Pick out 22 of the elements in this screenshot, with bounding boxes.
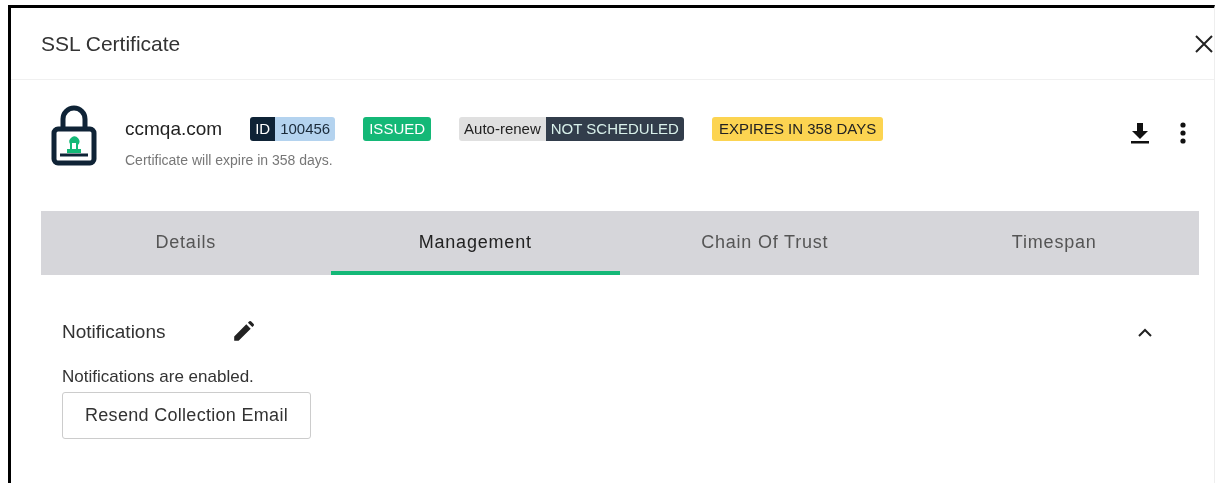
collapse-icon[interactable] [1138,327,1152,337]
lock-icon [51,105,97,167]
download-icon[interactable] [1130,122,1150,144]
notification-status: Notifications are enabled. [62,367,254,387]
expiry-badge: EXPIRES IN 358 DAYS [711,117,884,141]
more-options-icon[interactable] [1180,122,1186,144]
resend-email-button[interactable]: Resend Collection Email [62,392,311,439]
expiry-note: Certificate will expire in 358 days. [125,152,334,168]
tab[interactable]: Timespan [909,211,1199,275]
section-title: Notifications [62,321,166,343]
id-value: 100456 [275,117,336,141]
status-badge: ISSUED [363,117,432,141]
tab[interactable]: Chain Of Trust [620,211,910,275]
domain-name: ccmqa.com [125,118,223,140]
id-label: ID [250,117,276,141]
edit-icon[interactable] [231,321,254,343]
auto-renew-label: Auto-renew [459,117,546,141]
auto-renew-value: NOT SCHEDULED [545,117,684,141]
close-icon[interactable] [1194,33,1214,54]
tab[interactable]: Management [330,211,620,275]
tab[interactable]: Details [41,211,331,275]
window-title: SSL Certificate [41,31,181,56]
